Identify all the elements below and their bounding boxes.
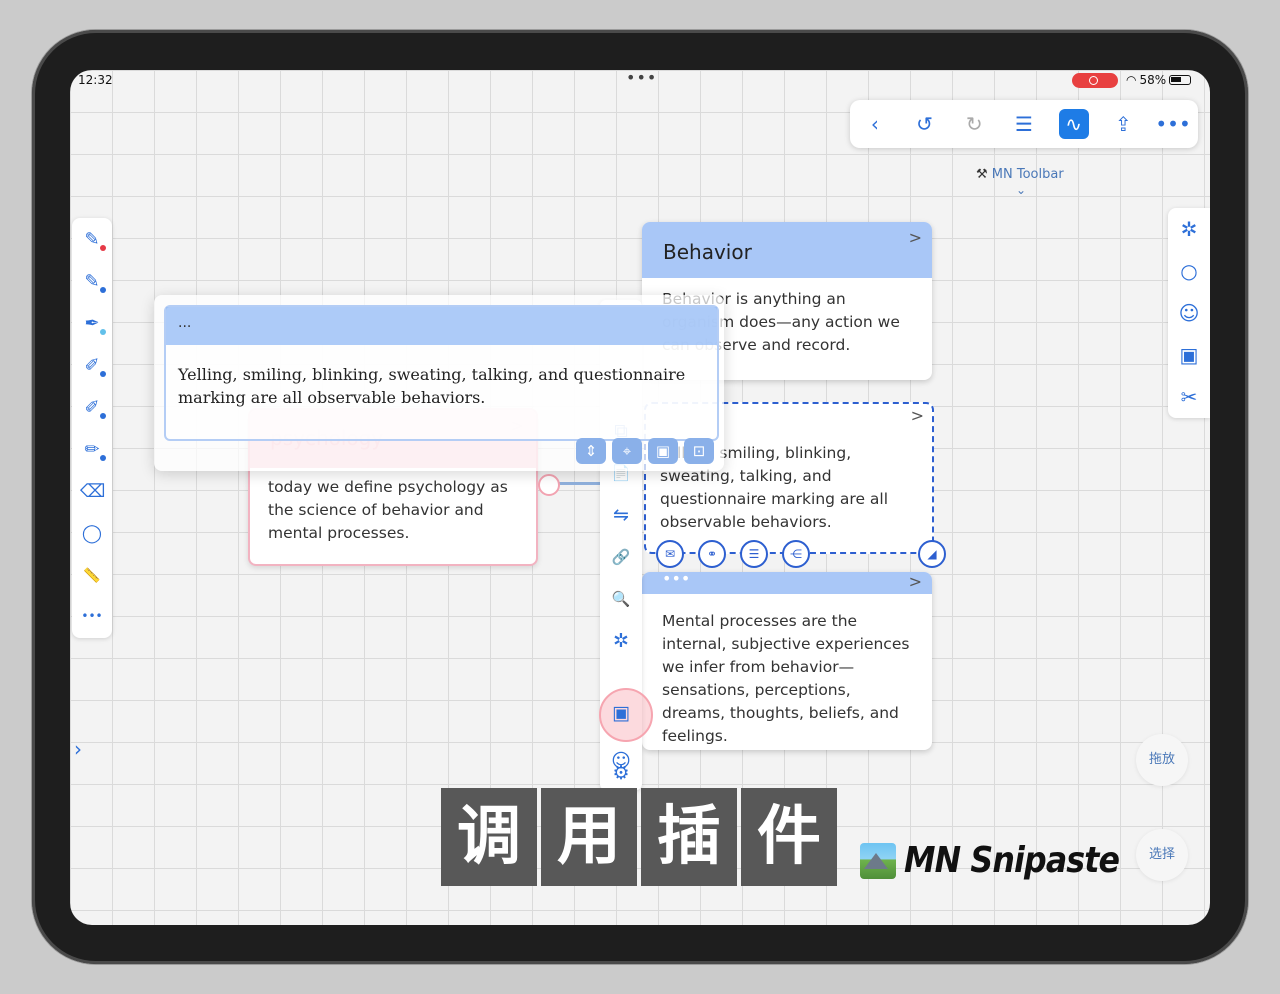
caption-char: 调 [441, 788, 537, 886]
drag-drop-button[interactable]: 拖放 [1136, 734, 1188, 786]
right-toolbar: ✲ ○ ☺ ▣ ✂ [1168, 208, 1210, 418]
frame-icon[interactable]: ⊡ [684, 438, 714, 464]
back-icon[interactable]: ‹ [860, 109, 890, 139]
battery-percent: 58% [1139, 73, 1167, 87]
image-plugin-icon[interactable]: ▣ [608, 700, 634, 726]
swap-icon[interactable]: ⇋ [608, 502, 634, 528]
sparkle-icon[interactable]: ✲ [608, 628, 634, 654]
status-right: ◠ 58% [1126, 73, 1192, 87]
caption-char: 插 [641, 788, 737, 886]
more-dots-icon[interactable]: ••• [662, 572, 690, 588]
undo-icon[interactable]: ↺ [910, 109, 940, 139]
ruler-icon[interactable]: 📏 [80, 564, 104, 588]
caption-banner: 调 用 插 件 [441, 788, 837, 886]
popup-header: ... [178, 315, 192, 331]
sparkle-icon[interactable]: ✲ [1176, 216, 1202, 242]
card-action-icons: ✉ ⚭ ☰ ⋲ [656, 540, 810, 568]
mn-toolbar-icon[interactable]: ∿ [1058, 109, 1089, 139]
search-icon[interactable]: 🔍 [608, 586, 634, 612]
chevron-right-icon[interactable]: > [909, 228, 922, 247]
move-icon[interactable]: ⇕ [576, 438, 606, 464]
card-title: Behavior [663, 240, 752, 264]
collapse-node-button[interactable] [538, 474, 560, 496]
image-icon[interactable]: ▣ [648, 438, 678, 464]
mental-processes-card[interactable]: ••• > Mental processes are the internal,… [642, 572, 932, 750]
image-icon[interactable]: ▣ [1176, 342, 1202, 368]
highlighter-2-icon[interactable]: ✐ [80, 396, 106, 420]
mn-toolbar-label[interactable]: ⚒ MN Toolbar ⌄ [976, 167, 1064, 197]
more-icon[interactable]: ••• [1155, 109, 1190, 139]
card-body: today we define psychology as the scienc… [268, 478, 508, 542]
robot-icon[interactable]: ☺ [1176, 300, 1202, 326]
wifi-icon: ◠ [1126, 73, 1137, 87]
link-nodes-icon[interactable]: ⚭ [698, 540, 726, 568]
link-icon[interactable]: 🔗 [608, 544, 634, 570]
card-body: Mental processes are the internal, subje… [662, 612, 910, 745]
share-icon[interactable]: ⇪ [1108, 109, 1138, 139]
pen-red-icon[interactable]: ✎ [80, 228, 106, 252]
popup-actions: ⇕ ⌖ ▣ ⊡ [576, 438, 714, 464]
multitask-dots[interactable]: ••• [626, 70, 657, 87]
tools-icon[interactable]: ✂ [1176, 384, 1202, 410]
eraser-icon[interactable]: ⌫ [80, 480, 105, 504]
pen-blue-icon[interactable]: ✎ [80, 270, 106, 294]
chevron-right-icon[interactable]: > [909, 572, 922, 591]
outline-list-icon[interactable]: ☰ [1009, 109, 1039, 139]
chevron-down-icon[interactable]: ⌄ [1016, 183, 1026, 197]
status-time: 12:32 [78, 73, 113, 87]
circle-icon[interactable]: ○ [1176, 258, 1202, 284]
caption-char: 用 [541, 788, 637, 886]
expand-sidebar-icon[interactable]: › [74, 737, 82, 761]
tools-icon: ⚒ [976, 167, 988, 182]
redo-icon[interactable]: ↻ [959, 109, 989, 139]
left-pen-toolbar: ✎ ✎ ✒ ✐ ✐ ✏ ⌫ ◯ 📏 ••• [72, 218, 112, 638]
landscape-image-icon [860, 842, 896, 879]
branch-icon[interactable]: ⋲ [782, 540, 810, 568]
screen-record-indicator [1072, 73, 1118, 88]
more-tools-icon[interactable]: ••• [80, 604, 104, 628]
list-icon[interactable]: ☰ [740, 540, 768, 568]
popup-text: Yelling, smiling, blinking, sweating, ta… [178, 365, 686, 407]
top-toolbar: ‹ ↺ ↻ ☰ ∿ ⇪ ••• [850, 100, 1198, 148]
highlighter-icon[interactable]: ✐ [80, 354, 106, 378]
resize-corner-icon[interactable]: ◢ [918, 540, 946, 568]
location-pin-icon[interactable]: ⌖ [612, 438, 642, 464]
lasso-icon[interactable]: ◯ [80, 522, 104, 546]
app-screen: 12:32 ••• ◠ 58% ‹ ↺ ↻ ☰ ∿ ⇪ ••• ⚒ MN Too… [70, 70, 1210, 925]
fountain-pen-icon[interactable]: ✒ [80, 312, 106, 336]
marker-icon[interactable]: ✏ [80, 438, 106, 462]
battery-icon [1169, 75, 1192, 85]
comment-icon[interactable]: ✉ [656, 540, 684, 568]
chevron-right-icon[interactable]: > [911, 406, 924, 425]
settings-icon[interactable]: ⚙ [608, 760, 634, 786]
mn-snipaste-label: MN Snipaste [860, 840, 1149, 881]
mn-toolbar-text: MN Toolbar [991, 167, 1064, 182]
caption-char: 件 [741, 788, 837, 886]
snipaste-title: MN Snipaste [904, 840, 1120, 881]
